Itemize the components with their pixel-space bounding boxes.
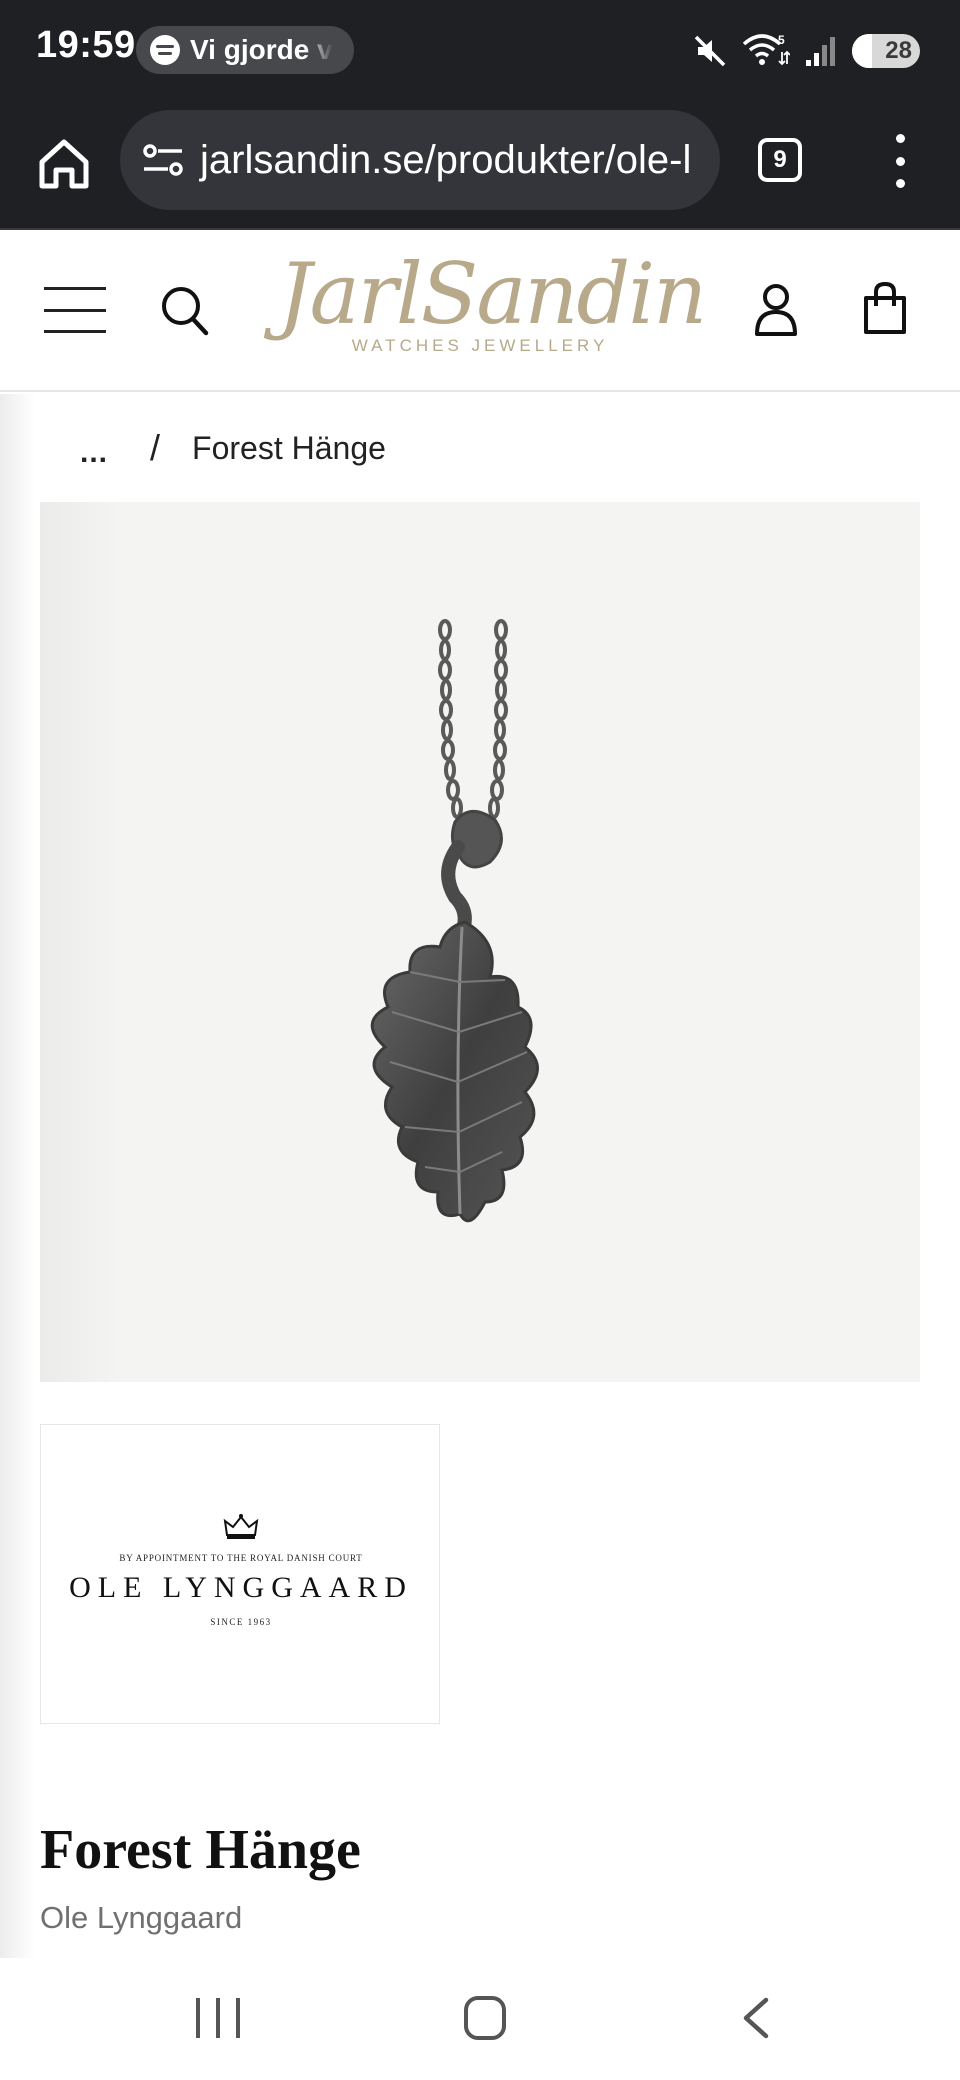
system-navigation-bar: [0, 1958, 960, 2080]
site-settings-icon[interactable]: [142, 142, 184, 178]
battery-indicator: 28: [852, 34, 920, 68]
breadcrumb-separator: /: [150, 427, 161, 468]
search-icon[interactable]: [160, 284, 210, 338]
status-icons: 5 28: [692, 28, 920, 74]
tab-count: 9: [773, 146, 787, 173]
product-brand-link[interactable]: Ole Lynggaard: [40, 1900, 242, 1936]
oak-leaf-pendant-image: [370, 619, 539, 1223]
brand-logo-name: OLE LYNGGAARD: [69, 1571, 413, 1604]
url-bar[interactable]: jarlsandin.se/produkter/ole-l: [120, 110, 720, 210]
tabs-icon[interactable]: 9: [758, 138, 802, 182]
logo-wordmark: JarlSandin: [278, 245, 707, 343]
signal-icon: [806, 37, 835, 66]
product-title: Forest Hänge: [40, 1819, 361, 1881]
status-time: 19:59: [36, 24, 136, 66]
browser-toolbar: jarlsandin.se/produkter/ole-l 9: [0, 104, 960, 230]
brand-since: SINCE 1963: [210, 1617, 272, 1627]
more-vert-icon[interactable]: [886, 134, 914, 188]
drawer-edge-shadow: [0, 394, 36, 1958]
ole-lynggaard-logo: BY APPOINTMENT TO THE ROYAL DANISH COURT…: [41, 1425, 441, 1725]
site-logo[interactable]: JarlSandin WATCHES JEWELLERY: [278, 245, 707, 376]
media-notification-pill[interactable]: Vi gjorde v: [136, 26, 354, 74]
mute-icon: [694, 35, 726, 67]
svg-text:5: 5: [778, 33, 785, 47]
status-bar: 19:59 Vi gjorde v 5 28: [0, 0, 960, 104]
account-icon[interactable]: [754, 282, 798, 338]
wifi-icon: 5: [742, 33, 790, 66]
royal-appointment-text: BY APPOINTMENT TO THE ROYAL DANISH COURT: [119, 1553, 363, 1563]
media-title: Vi gjorde v: [190, 34, 333, 65]
recent-apps-icon[interactable]: [196, 1998, 240, 2038]
product-thumbnail-brand-logo[interactable]: BY APPOINTMENT TO THE ROYAL DANISH COURT…: [40, 1424, 440, 1724]
home-icon[interactable]: [36, 136, 92, 192]
breadcrumb: ... / Forest Hänge: [80, 426, 386, 470]
home-circle-icon[interactable]: [464, 1996, 506, 2040]
breadcrumb-current: Forest Hänge: [192, 429, 386, 466]
site-header: JarlSandin WATCHES JEWELLERY: [0, 232, 960, 392]
shopping-bag-icon[interactable]: [862, 280, 908, 336]
back-icon[interactable]: [736, 1996, 776, 2040]
url-text[interactable]: jarlsandin.se/produkter/ole-l: [200, 138, 691, 183]
menu-icon[interactable]: [44, 287, 106, 333]
battery-level: 28: [885, 37, 912, 64]
product-main-image[interactable]: [40, 502, 920, 1382]
spotify-icon: [150, 35, 180, 65]
product-page: ... / Forest Hänge BY APPOINTMENT TO THE…: [0, 394, 960, 1958]
crown-icon: [223, 1514, 259, 1539]
breadcrumb-ellipsis[interactable]: ...: [80, 436, 108, 470]
